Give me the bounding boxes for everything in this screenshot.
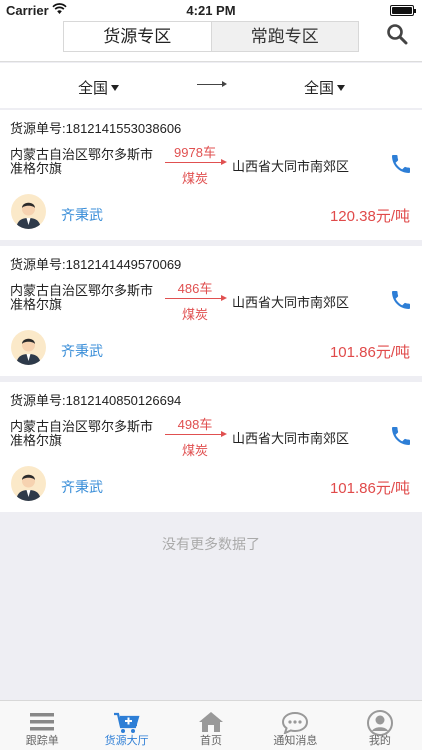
tab-supply-hall[interactable]: 货源大厅 xyxy=(84,701,168,750)
tab-label: 跟踪单 xyxy=(25,735,59,747)
search-icon[interactable] xyxy=(386,23,408,45)
contact-name[interactable]: 齐秉武 xyxy=(61,477,103,497)
battery-icon xyxy=(390,5,416,16)
order-list: 货源单号:1812141553038606 内蒙古自治区鄂尔多斯市准格尔旗 99… xyxy=(0,110,422,518)
avatar xyxy=(11,330,46,365)
region-filter-bar: 全国 全国 xyxy=(0,63,422,108)
route-arrow-icon xyxy=(165,431,227,437)
phone-icon[interactable] xyxy=(389,152,413,176)
segmented-control: 货源专区 常跑专区 xyxy=(63,21,359,52)
tab-profile[interactable]: 我的 xyxy=(338,701,422,750)
tab-label: 我的 xyxy=(368,735,391,747)
origin-filter-label: 全国 xyxy=(78,80,109,97)
destination-address: 山西省大同市南郊区 xyxy=(232,295,350,310)
tab-notifications[interactable]: 通知消息 xyxy=(253,701,337,750)
no-more-data-text: 没有更多数据了 xyxy=(162,536,260,552)
order-card[interactable]: 货源单号:1812141449570069 内蒙古自治区鄂尔多斯市准格尔旗 48… xyxy=(0,246,422,376)
route-arrow-icon xyxy=(165,295,227,301)
order-card[interactable]: 货源单号:1812140850126694 内蒙古自治区鄂尔多斯市准格尔旗 49… xyxy=(0,382,422,512)
order-number: 货源单号:1812140850126694 xyxy=(10,393,182,408)
caret-down-icon xyxy=(111,85,120,91)
status-bar: Carrier 4:21 PM xyxy=(0,0,422,20)
cart-icon xyxy=(113,712,140,733)
clock: 4:21 PM xyxy=(186,3,236,18)
tab-tracking[interactable]: 跟踪单 xyxy=(0,701,84,750)
origin-filter[interactable]: 全国 xyxy=(78,77,120,98)
avatar xyxy=(11,194,46,229)
cargo-type: 煤炭 xyxy=(181,307,208,322)
tab-label: 通知消息 xyxy=(273,735,318,747)
order-number: 货源单号:1812141553038606 xyxy=(10,121,182,136)
origin-address: 内蒙古自治区鄂尔多斯市准格尔旗 xyxy=(10,283,154,312)
order-card[interactable]: 货源单号:1812141553038606 内蒙古自治区鄂尔多斯市准格尔旗 99… xyxy=(0,110,422,240)
truck-count: 486车 xyxy=(177,281,213,296)
menu-icon xyxy=(30,713,55,731)
cargo-type: 煤炭 xyxy=(181,443,208,458)
freight-price: 101.86元/吨 xyxy=(329,344,410,361)
contact-name[interactable]: 齐秉武 xyxy=(61,205,103,225)
freight-price: 120.38元/吨 xyxy=(329,208,410,225)
truck-count: 9978车 xyxy=(174,145,216,160)
origin-address: 内蒙古自治区鄂尔多斯市准格尔旗 xyxy=(10,147,154,176)
home-icon xyxy=(199,712,224,732)
origin-address: 内蒙古自治区鄂尔多斯市准格尔旗 xyxy=(10,419,154,448)
contact-name[interactable]: 齐秉武 xyxy=(61,341,103,361)
truck-count: 498车 xyxy=(177,417,213,432)
destination-filter[interactable]: 全国 xyxy=(304,77,346,98)
tab-home[interactable]: 首页 xyxy=(169,701,253,750)
order-number: 货源单号:1812141449570069 xyxy=(10,257,182,272)
route-arrow-icon xyxy=(165,159,227,165)
destination-address: 山西省大同市南郊区 xyxy=(232,159,350,174)
top-bar: 货源专区 常跑专区 xyxy=(0,20,422,62)
phone-icon[interactable] xyxy=(389,288,413,312)
destination-filter-label: 全国 xyxy=(304,80,335,97)
freight-price: 101.86元/吨 xyxy=(329,480,410,497)
tab-frequent-route-zone[interactable]: 常跑专区 xyxy=(211,22,358,51)
tab-label: 货源大厅 xyxy=(104,735,149,747)
phone-icon[interactable] xyxy=(389,424,413,448)
destination-address: 山西省大同市南郊区 xyxy=(232,431,350,446)
arrow-right-icon xyxy=(197,81,227,87)
tab-label: 首页 xyxy=(200,735,223,747)
avatar xyxy=(11,466,46,501)
tab-supply-zone[interactable]: 货源专区 xyxy=(64,22,212,51)
caret-down-icon xyxy=(337,85,346,91)
cargo-type: 煤炭 xyxy=(181,171,208,186)
bottom-tab-bar: 跟踪单 货源大厅 首页 通知消息 我的 xyxy=(0,700,422,750)
chat-icon xyxy=(282,712,309,734)
